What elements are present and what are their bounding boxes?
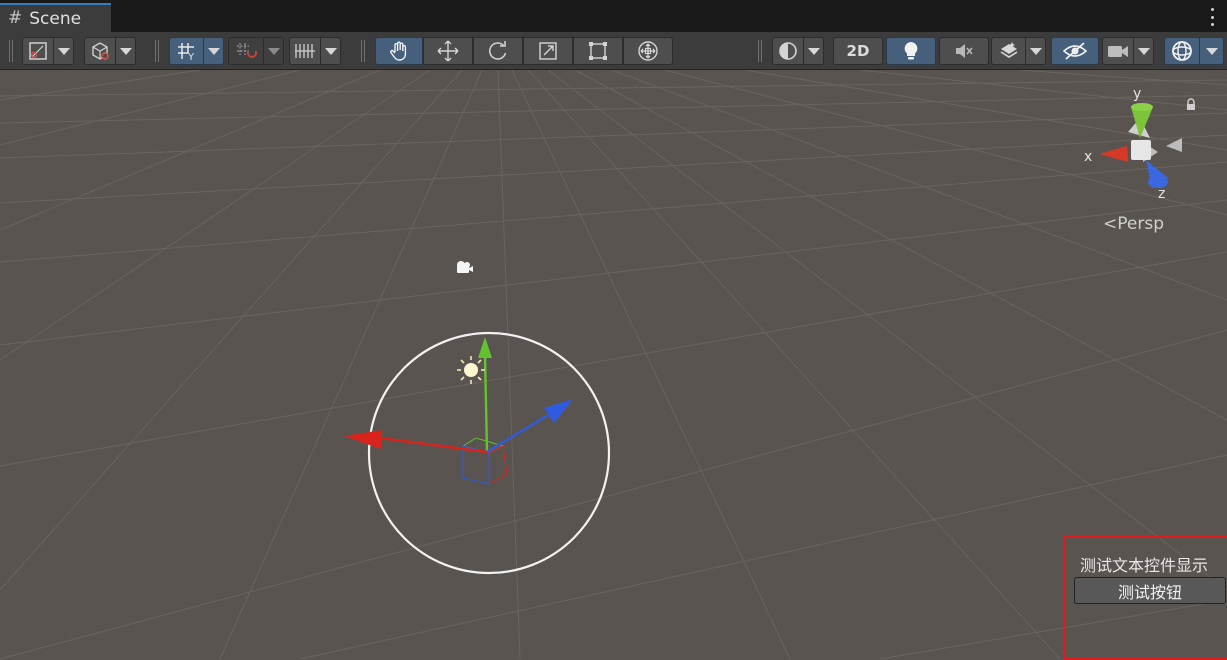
grid-visibility-dropdown[interactable] — [321, 37, 341, 65]
grid-snap-button[interactable]: Y — [169, 37, 204, 65]
chevron-down-icon — [1029, 47, 1042, 55]
y-axis-label: y — [1133, 86, 1142, 102]
shading-mode-dropdown[interactable] — [804, 37, 824, 65]
transform-tool-button[interactable] — [623, 37, 673, 65]
directional-light-icon[interactable] — [457, 356, 485, 384]
increment-snap-button[interactable] — [228, 37, 264, 65]
lighting-bulb-icon — [904, 42, 918, 60]
neg-x-cone-icon[interactable] — [1166, 138, 1182, 152]
toolbar-grip-handle[interactable] — [155, 40, 160, 62]
render-mode-dropdown[interactable] — [116, 37, 136, 65]
window-tab-bar: # Scene — [0, 0, 1227, 32]
scene-grid-icon: # — [8, 8, 23, 28]
chevron-down-icon — [324, 47, 337, 55]
toolbar-grip-handle[interactable] — [361, 40, 366, 62]
hand-tool-icon — [390, 41, 407, 61]
chevron-down-icon — [807, 47, 820, 55]
toggle-2d-label: 2D — [846, 42, 870, 60]
draw-mode-dropdown[interactable] — [54, 37, 74, 65]
chevron-down-icon — [119, 47, 132, 55]
effects-toggle-button[interactable] — [991, 37, 1026, 65]
rect-tool-button[interactable] — [573, 37, 623, 65]
test-button-label: 测试按钮 — [1117, 582, 1182, 602]
gizmos-button[interactable] — [1164, 37, 1200, 65]
increment-snap-magnet-icon — [237, 43, 257, 58]
kebab-menu-icon[interactable] — [1210, 8, 1214, 26]
audio-toggle-button[interactable] — [939, 37, 989, 65]
toolbar-grip-handle[interactable] — [758, 40, 763, 62]
draw-mode-button[interactable] — [22, 37, 54, 65]
overlay-label: 测试文本控件显示 — [1080, 556, 1209, 575]
test-button[interactable]: 测试按钮 — [1074, 577, 1226, 604]
increment-snap-dropdown[interactable] — [264, 37, 284, 65]
grid-visibility-button[interactable] — [289, 37, 321, 65]
scene-visibility-button[interactable] — [1051, 37, 1099, 65]
y-axis-handle[interactable] — [483, 355, 489, 453]
z-axis-label: z — [1158, 186, 1166, 202]
gizmo-draw-mode-icon — [29, 42, 47, 60]
orientation-gizmo[interactable] — [1090, 87, 1190, 207]
grid-snap-world-icon: Y — [177, 43, 195, 61]
rotate-tool-button[interactable] — [473, 37, 523, 65]
rotate-tool-icon — [489, 41, 507, 60]
transform-tool-icon — [638, 41, 658, 61]
scene-viewport[interactable]: y x z <Persp — [0, 70, 1227, 659]
scene-visibility-eye-icon — [1062, 42, 1088, 60]
chevron-down-icon — [207, 47, 220, 55]
gizmos-dropdown[interactable] — [1200, 37, 1224, 65]
audio-mute-icon — [956, 44, 973, 58]
scale-tool-button[interactable] — [523, 37, 573, 65]
x-axis-label: x — [1084, 149, 1093, 165]
y-axis-arrow-icon[interactable] — [478, 337, 492, 358]
scale-tool-icon — [539, 42, 557, 60]
tab-scene[interactable]: # Scene — [0, 3, 111, 32]
scene-camera-button[interactable] — [1102, 37, 1134, 65]
scene-camera-dropdown[interactable] — [1134, 37, 1154, 65]
scene-camera-icon — [1108, 46, 1128, 57]
x-axis-arrow-icon[interactable] — [344, 430, 382, 449]
draw-mode-sphere-icon — [779, 42, 797, 60]
transform-gizmo[interactable] — [330, 320, 630, 590]
grid-snap-dropdown[interactable] — [204, 37, 224, 65]
lock-icon[interactable] — [1185, 98, 1197, 112]
z-axis-handle[interactable] — [486, 413, 549, 454]
shading-mode-button[interactable] — [772, 37, 804, 65]
render-shading-cube-icon — [92, 42, 109, 60]
toolbar-grip-handle[interactable] — [9, 40, 14, 62]
z-axis-arrow-icon[interactable] — [544, 399, 573, 423]
tab-scene-label: Scene — [29, 8, 82, 29]
chevron-left-icon: < — [1103, 214, 1118, 234]
svg-text:Y: Y — [187, 52, 195, 61]
chevron-down-icon — [1137, 47, 1150, 55]
move-tool-icon — [437, 40, 459, 62]
x-axis-handle[interactable] — [379, 436, 488, 454]
scene-toolbar: Y 2D — [0, 32, 1227, 70]
rect-tool-icon — [589, 42, 607, 60]
chevron-down-icon — [1205, 47, 1218, 55]
projection-toggle[interactable]: <Persp — [1103, 214, 1164, 234]
toggle-2d-button[interactable]: 2D — [833, 37, 883, 65]
tab-bar-top-border — [0, 0, 1227, 3]
effects-layers-icon — [1000, 42, 1017, 58]
x-cone-icon[interactable] — [1099, 146, 1128, 162]
render-mode-button[interactable] — [84, 37, 116, 65]
effects-dropdown[interactable] — [1026, 37, 1046, 65]
camera-gizmo-icon[interactable] — [453, 259, 475, 277]
chevron-down-icon — [57, 47, 70, 55]
projection-label: Persp — [1117, 214, 1164, 234]
chevron-down-icon — [267, 47, 280, 55]
grid-ruler-icon — [295, 44, 315, 58]
hand-tool-button[interactable] — [375, 37, 423, 65]
lighting-toggle-button[interactable] — [886, 37, 936, 65]
gizmo-center-cube[interactable] — [1131, 140, 1151, 160]
move-tool-button[interactable] — [423, 37, 473, 65]
gizmos-sphere-icon — [1172, 41, 1192, 61]
